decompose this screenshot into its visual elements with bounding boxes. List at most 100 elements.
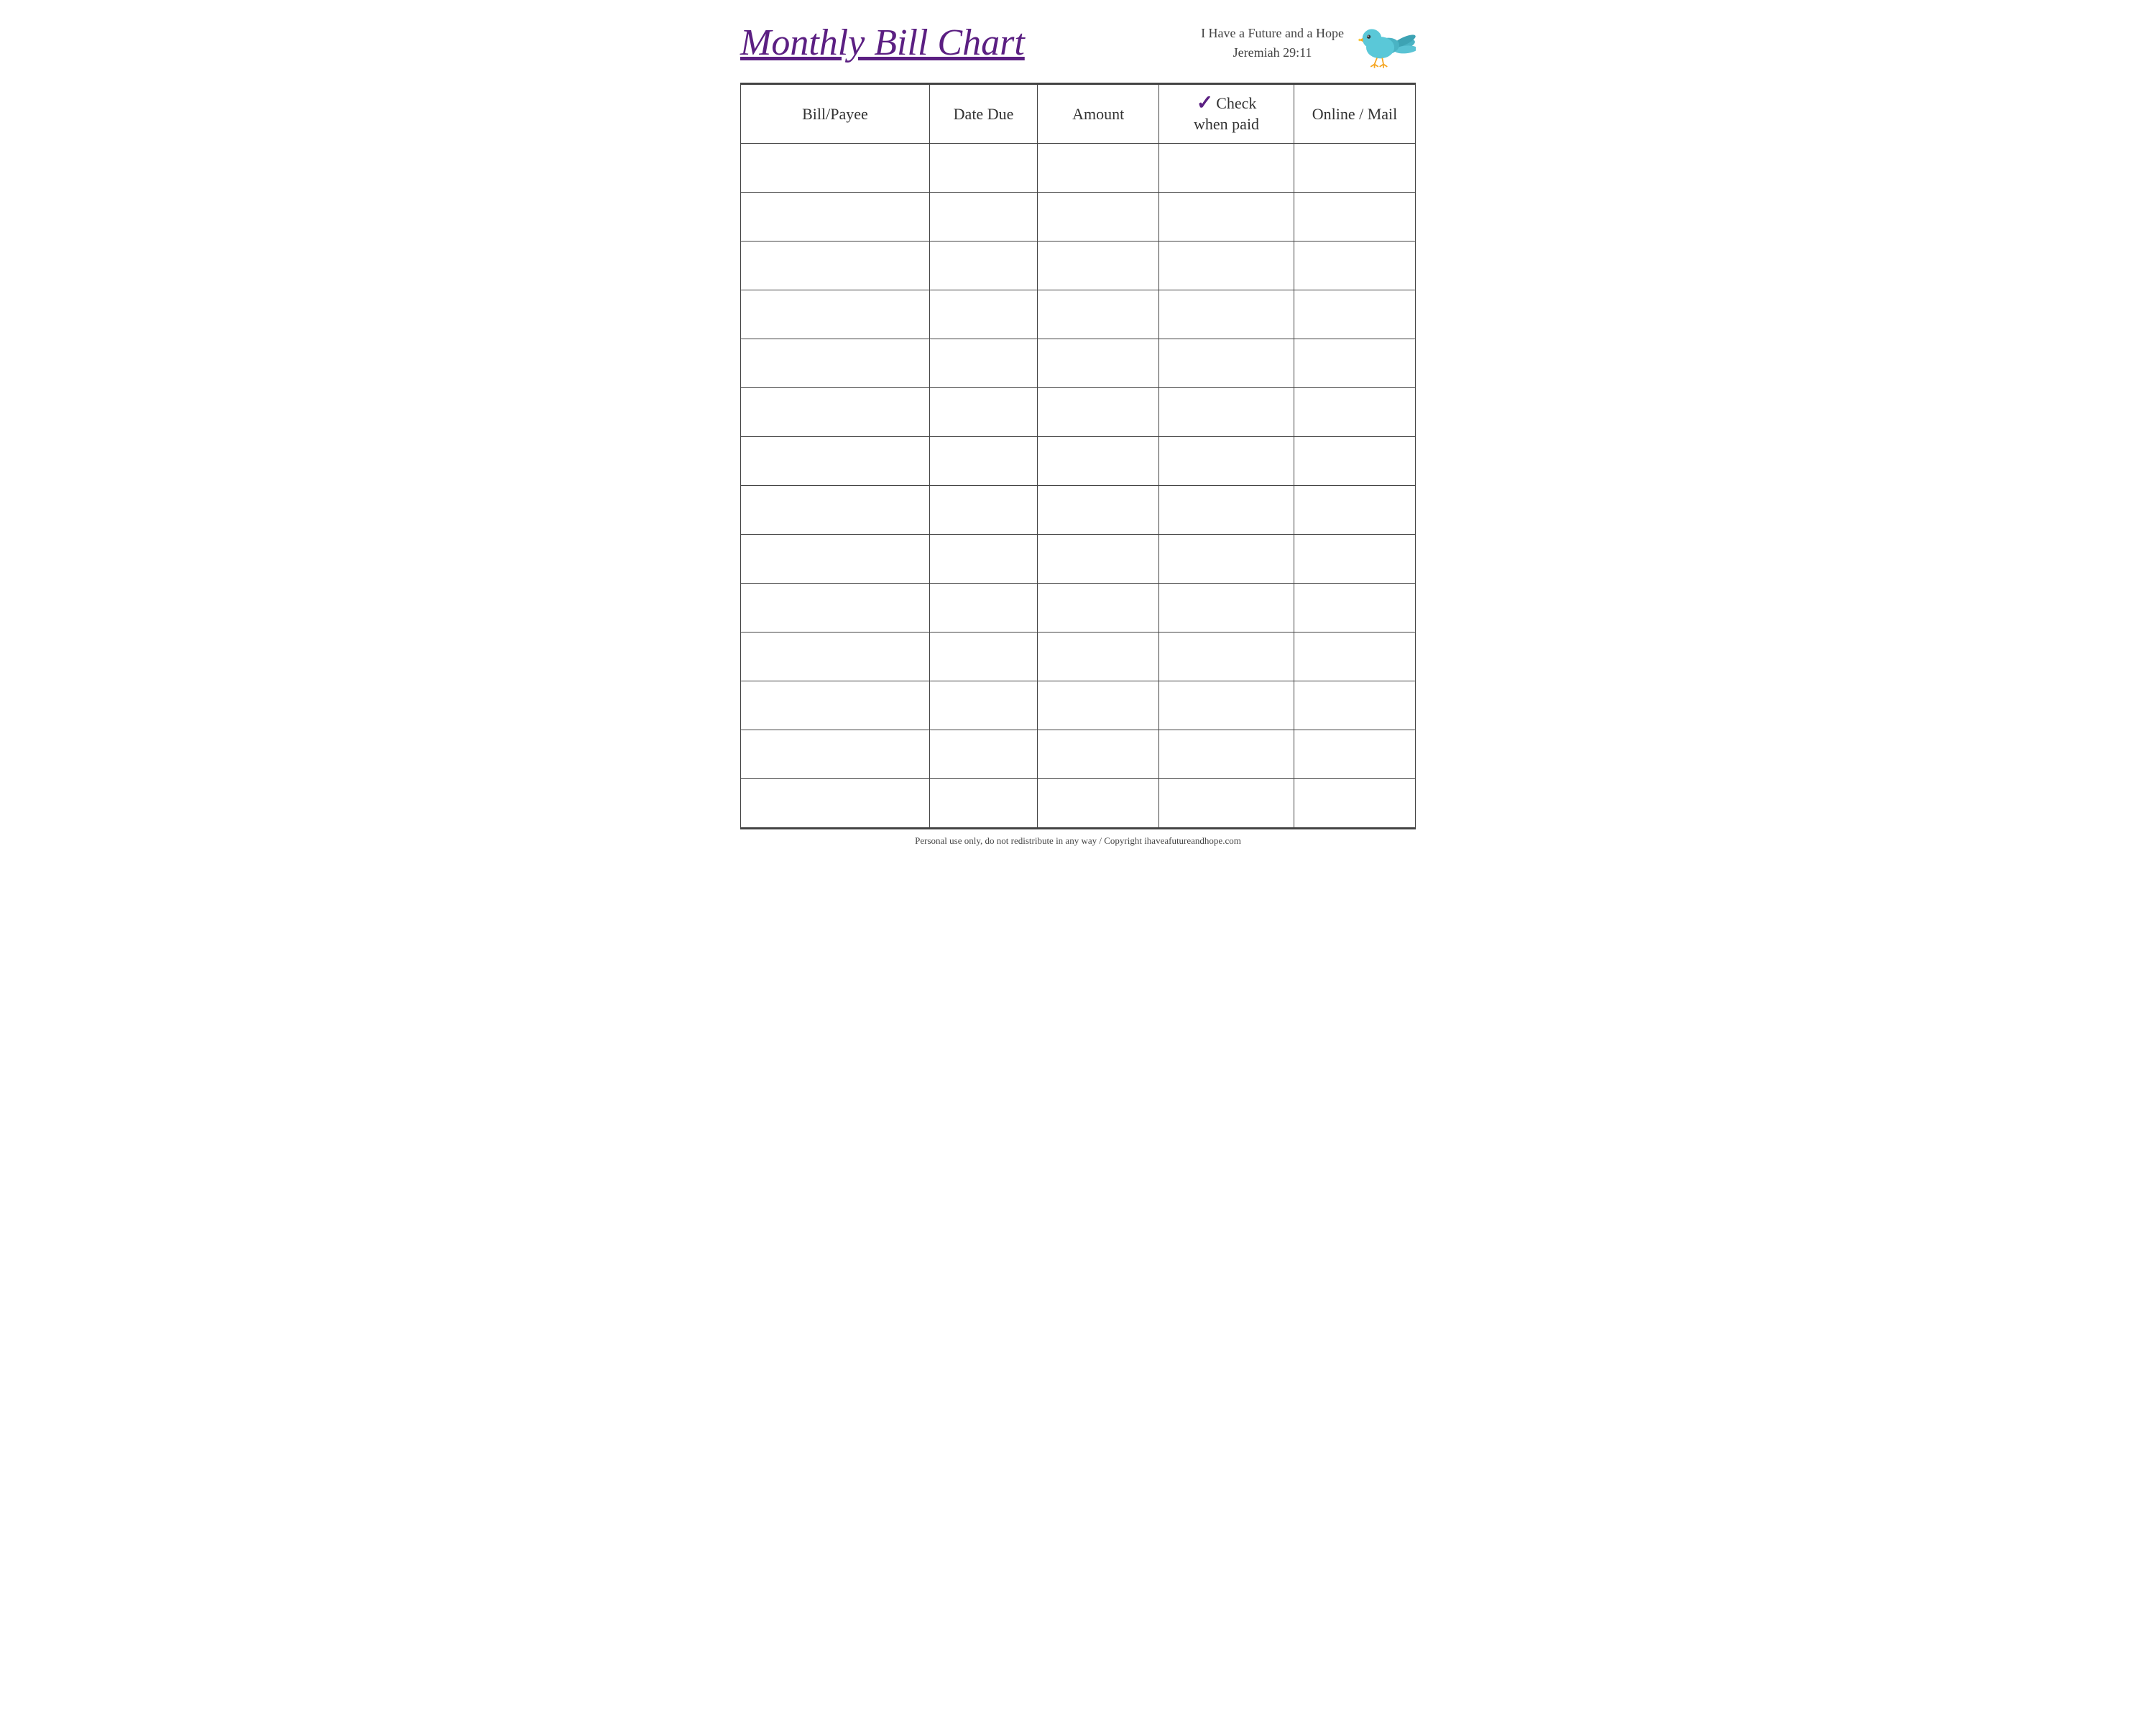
table-row xyxy=(741,437,1416,486)
table-cell xyxy=(1159,290,1294,339)
table-cell xyxy=(929,535,1037,584)
table-cell xyxy=(1159,144,1294,193)
table-cell xyxy=(929,339,1037,388)
table-cell xyxy=(1038,632,1159,681)
footer-text: Personal use only, do not redistribute i… xyxy=(915,835,1241,846)
table-cell xyxy=(929,681,1037,730)
table-cell xyxy=(1294,681,1415,730)
table-cell xyxy=(1038,388,1159,437)
table-cell xyxy=(1159,535,1294,584)
col-header-amount: Amount xyxy=(1038,85,1159,144)
page: Monthly Bill Chart I Have a Future and a… xyxy=(719,0,1437,857)
table-cell xyxy=(1294,632,1415,681)
table-cell xyxy=(1294,242,1415,290)
tagline-line1: I Have a Future and a Hope xyxy=(1201,24,1344,43)
table-cell xyxy=(929,193,1037,242)
table-cell xyxy=(741,779,930,828)
table-cell xyxy=(1294,339,1415,388)
table-cell xyxy=(1159,437,1294,486)
table-cell xyxy=(1159,584,1294,632)
page-title: Monthly Bill Chart xyxy=(740,22,1025,63)
table-cell xyxy=(929,584,1037,632)
check-label-top: Check xyxy=(1216,93,1256,114)
table-cell xyxy=(929,242,1037,290)
table-cell xyxy=(741,535,930,584)
table-row xyxy=(741,144,1416,193)
table-cell xyxy=(1294,437,1415,486)
table-row xyxy=(741,681,1416,730)
bill-table: Bill/Payee Date Due Amount ✓ Check when … xyxy=(740,84,1416,828)
table-cell xyxy=(1159,242,1294,290)
table-cell xyxy=(741,681,930,730)
table-cell xyxy=(1038,486,1159,535)
table-cell xyxy=(929,486,1037,535)
table-cell xyxy=(1159,388,1294,437)
table-cell xyxy=(1038,730,1159,779)
table-row xyxy=(741,242,1416,290)
table-row xyxy=(741,779,1416,828)
table-cell xyxy=(929,290,1037,339)
table-cell xyxy=(741,486,930,535)
table-cell xyxy=(1038,535,1159,584)
table-cell xyxy=(929,632,1037,681)
table-cell xyxy=(1038,584,1159,632)
table-cell xyxy=(1294,388,1415,437)
table-cell xyxy=(1294,144,1415,193)
table-cell xyxy=(929,779,1037,828)
table-cell xyxy=(1038,681,1159,730)
tagline-line2: Jeremiah 29:11 xyxy=(1201,43,1344,63)
col-header-bill-payee: Bill/Payee xyxy=(741,85,930,144)
table-row xyxy=(741,535,1416,584)
table-cell xyxy=(929,437,1037,486)
col-header-online-mail: Online / Mail xyxy=(1294,85,1415,144)
table-row xyxy=(741,388,1416,437)
table-cell xyxy=(1159,193,1294,242)
table-cell xyxy=(929,144,1037,193)
table-cell xyxy=(741,242,930,290)
table-cell xyxy=(1294,486,1415,535)
table-cell xyxy=(929,730,1037,779)
col-header-check-when-paid: ✓ Check when paid xyxy=(1159,85,1294,144)
check-label-bottom: when paid xyxy=(1194,114,1259,135)
table-cell xyxy=(1038,193,1159,242)
table-row xyxy=(741,486,1416,535)
table-cell xyxy=(1159,730,1294,779)
table-cell xyxy=(1159,779,1294,828)
table-cell xyxy=(1038,437,1159,486)
table-cell xyxy=(929,388,1037,437)
table-cell xyxy=(741,730,930,779)
table-cell xyxy=(741,193,930,242)
table-cell xyxy=(741,388,930,437)
table-cell xyxy=(1294,193,1415,242)
bird-icon xyxy=(1351,14,1416,72)
table-cell xyxy=(741,144,930,193)
table-cell xyxy=(1294,779,1415,828)
table-cell xyxy=(741,632,930,681)
table-cell xyxy=(1038,779,1159,828)
header-right: I Have a Future and a Hope Jeremiah 29:1… xyxy=(1201,14,1416,72)
table-row xyxy=(741,193,1416,242)
table-cell xyxy=(1294,535,1415,584)
table-cell xyxy=(1038,339,1159,388)
table-cell xyxy=(741,339,930,388)
table-row xyxy=(741,632,1416,681)
table-cell xyxy=(1159,486,1294,535)
table-cell xyxy=(741,437,930,486)
footer: Personal use only, do not redistribute i… xyxy=(740,828,1416,850)
tagline: I Have a Future and a Hope Jeremiah 29:1… xyxy=(1201,24,1344,63)
table-cell xyxy=(1294,290,1415,339)
table-cell xyxy=(1038,242,1159,290)
col-header-date-due: Date Due xyxy=(929,85,1037,144)
header: Monthly Bill Chart I Have a Future and a… xyxy=(740,14,1416,72)
table-cell xyxy=(741,290,930,339)
table-row xyxy=(741,584,1416,632)
table-row xyxy=(741,290,1416,339)
table-row xyxy=(741,339,1416,388)
table-cell xyxy=(1294,730,1415,779)
table-cell xyxy=(741,584,930,632)
table-cell xyxy=(1159,339,1294,388)
table-cell xyxy=(1038,144,1159,193)
table-cell xyxy=(1159,681,1294,730)
checkmark-icon: ✓ xyxy=(1197,93,1213,114)
table-row xyxy=(741,730,1416,779)
